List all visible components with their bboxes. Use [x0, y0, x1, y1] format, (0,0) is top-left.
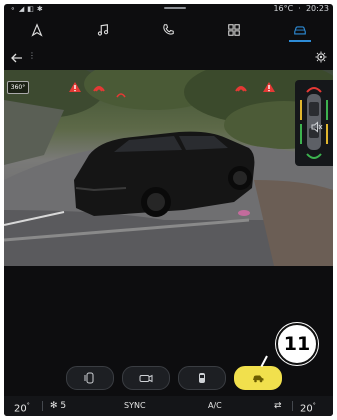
camera-view: 360° — [4, 70, 333, 266]
right-temperature-unit: ° — [312, 402, 316, 409]
nav-music[interactable] — [70, 16, 136, 44]
clock: 20:23 — [305, 4, 329, 13]
top-view-icon — [199, 373, 205, 383]
nav-vehicle[interactable] — [267, 16, 333, 44]
divider — [42, 401, 43, 411]
callout-marker: 11 — [276, 323, 318, 365]
parking-view-icon — [84, 372, 94, 384]
climate-bar: 20° ✻ 5 SYNC A/C ⇄ 20° — [4, 396, 333, 416]
air-flow-icon[interactable]: ⇄ — [274, 396, 282, 416]
view-360-badge[interactable]: 360° — [7, 81, 29, 94]
side-view-icon — [253, 375, 264, 383]
fan-speed-value: 5 — [60, 401, 67, 411]
fan-speed[interactable]: ✻ 5 — [50, 396, 66, 416]
sync-button[interactable]: SYNC — [124, 396, 146, 416]
camera-scene — [4, 70, 333, 266]
sensor-arc-front-left-icon — [92, 78, 106, 97]
back-arrow-icon[interactable] — [10, 51, 24, 65]
left-temperature[interactable]: 20° — [14, 396, 30, 416]
gear-icon[interactable] — [315, 51, 327, 63]
camera-icon — [139, 374, 153, 383]
sensor-arc-front-right-icon — [234, 78, 248, 97]
main-nav — [4, 16, 333, 44]
fan-icon: ✻ — [50, 401, 58, 411]
navigation-icon — [31, 23, 43, 37]
outside-temperature: 16°C — [273, 4, 294, 13]
music-icon — [97, 24, 108, 36]
ac-button[interactable]: A/C — [208, 396, 222, 416]
warning-front-left-icon — [68, 78, 82, 97]
apps-icon — [228, 24, 241, 36]
sound-mute-icon[interactable] — [311, 121, 323, 133]
right-temperature[interactable]: 20° — [300, 396, 316, 416]
divider — [292, 401, 293, 411]
pull-down-handle[interactable] — [164, 7, 186, 9]
camera-view-buttons — [4, 366, 333, 390]
status-bar: ⚬◢◧✱ 16°C · 20:23 — [4, 4, 333, 15]
camera-btn-parking-view[interactable] — [66, 366, 114, 390]
nav-phone[interactable] — [136, 16, 202, 44]
left-temperature-unit: ° — [26, 402, 30, 409]
camera-btn-camera[interactable] — [122, 366, 170, 390]
left-temperature-value: 20 — [14, 403, 27, 415]
phone-icon — [163, 24, 175, 35]
status-icons: ⚬◢◧✱ — [10, 5, 46, 13]
more-options[interactable]: ⋮ — [28, 51, 36, 60]
camera-btn-top-view[interactable] — [178, 366, 226, 390]
sensor-arc-front-center-icon — [114, 84, 128, 103]
warning-front-right-icon — [262, 78, 276, 97]
nav-apps[interactable] — [201, 16, 267, 44]
nav-navigation[interactable] — [4, 16, 70, 44]
status-right: 16°C · 20:23 — [273, 4, 329, 13]
camera-btn-side-view[interactable] — [234, 366, 282, 390]
car-icon — [294, 26, 306, 35]
toolbar: ⋮ — [4, 46, 333, 70]
right-temperature-value: 20 — [300, 403, 313, 415]
